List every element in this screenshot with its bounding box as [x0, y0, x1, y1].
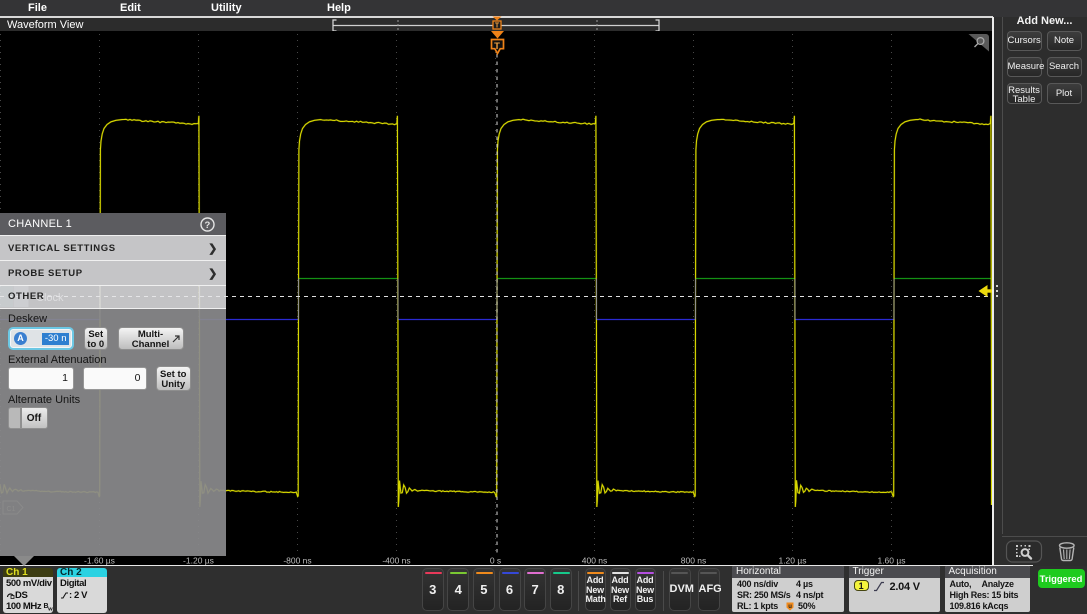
svg-text:-400 ns: -400 ns [382, 556, 410, 566]
svg-text:1.20 µs: 1.20 µs [778, 556, 806, 566]
svg-text:1.60 µs: 1.60 µs [877, 556, 905, 566]
svg-text:T: T [494, 41, 500, 52]
svg-text:400 ns: 400 ns [582, 556, 608, 566]
svg-text:-1.60 µs: -1.60 µs [84, 556, 115, 566]
svg-text:T: T [495, 23, 500, 30]
svg-text:-800 ns: -800 ns [283, 556, 311, 566]
svg-text:0 s: 0 s [490, 556, 501, 566]
svg-text:?: ? [204, 220, 210, 231]
svg-text:u: u [788, 604, 792, 610]
svg-text:800 ns: 800 ns [681, 556, 707, 566]
svg-text:-1.20 µs: -1.20 µs [183, 556, 214, 566]
